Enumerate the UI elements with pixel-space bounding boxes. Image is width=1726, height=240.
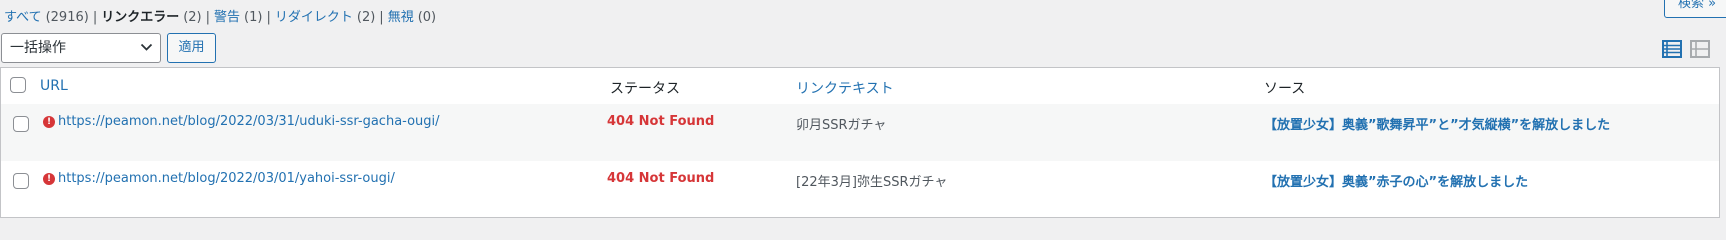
search-button[interactable]: 検索 » xyxy=(1664,0,1726,18)
filter-all-count: (2916) xyxy=(45,10,89,25)
filter-separator: | xyxy=(266,10,271,25)
filter-all-link[interactable]: すべて xyxy=(4,10,42,25)
error-icon: ! xyxy=(43,173,55,185)
url-link[interactable]: https://peamon.net/blog/2022/03/31/uduki… xyxy=(58,114,440,129)
filter-dismissed-count: (0) xyxy=(417,10,437,25)
filter-broken-link[interactable]: リンクエラー xyxy=(101,10,179,25)
filter-redirects-count: (2) xyxy=(356,10,376,25)
status-text: 404 Not Found xyxy=(607,171,715,186)
table-row: ! https://peamon.net/blog/2022/03/01/yaho… xyxy=(1,161,1719,218)
table-header: URL ステータス リンクテキスト ソース xyxy=(1,68,1719,105)
links-table: URL ステータス リンクテキスト ソース ! https://peamon.ne… xyxy=(0,67,1720,218)
filter-broken-count: (2) xyxy=(183,10,202,25)
column-status: ステータス xyxy=(610,81,680,97)
filter-separator: | xyxy=(92,10,98,25)
filter-redirects-link[interactable]: リダイレクト xyxy=(275,10,353,25)
link-text: [22年3月]弥生SSRガチャ xyxy=(796,175,948,190)
url-cell: ! https://peamon.net/blog/2022/03/31/uduk… xyxy=(43,114,440,129)
list-view-icon[interactable] xyxy=(1662,39,1682,59)
row-checkbox[interactable] xyxy=(13,116,29,132)
column-source: ソース xyxy=(1264,81,1306,97)
chevron-down-icon xyxy=(140,43,153,51)
excerpt-view-icon[interactable] xyxy=(1690,39,1710,59)
filter-separator: | xyxy=(205,10,211,25)
status-filter-links: すべて (2916) | リンクエラー (2) | 警告 (1) | リダイレクト (2) | 無視 (0… xyxy=(4,6,436,25)
bulk-actions-selected: 一括操作 xyxy=(10,40,66,56)
filter-dismissed-link[interactable]: 無視 xyxy=(388,10,414,25)
select-all-checkbox[interactable] xyxy=(10,77,26,93)
link-text: 卯月SSRガチャ xyxy=(796,118,887,133)
url-cell: ! https://peamon.net/blog/2022/03/01/yaho… xyxy=(43,171,395,186)
url-link[interactable]: https://peamon.net/blog/2022/03/01/yahoi… xyxy=(58,171,395,186)
table-row: ! https://peamon.net/blog/2022/03/31/uduk… xyxy=(1,104,1719,161)
filter-warnings-link[interactable]: 警告 xyxy=(214,10,240,25)
filter-warnings-count: (1) xyxy=(244,10,263,25)
source-link[interactable]: 【放置少女】奥義”歌舞昇平”と”才気縦横”を解放しました xyxy=(1264,114,1610,133)
error-icon: ! xyxy=(43,116,55,128)
filter-separator: | xyxy=(379,10,384,25)
status-text: 404 Not Found xyxy=(607,114,715,129)
row-checkbox[interactable] xyxy=(13,173,29,189)
column-url[interactable]: URL xyxy=(40,78,68,94)
bulk-actions-select[interactable]: 一括操作 xyxy=(1,33,161,63)
apply-button[interactable]: 適用 xyxy=(167,33,216,63)
column-link-text[interactable]: リンクテキスト xyxy=(796,78,894,98)
source-link[interactable]: 【放置少女】奥義”赤子の心”を解放しました xyxy=(1264,171,1528,190)
